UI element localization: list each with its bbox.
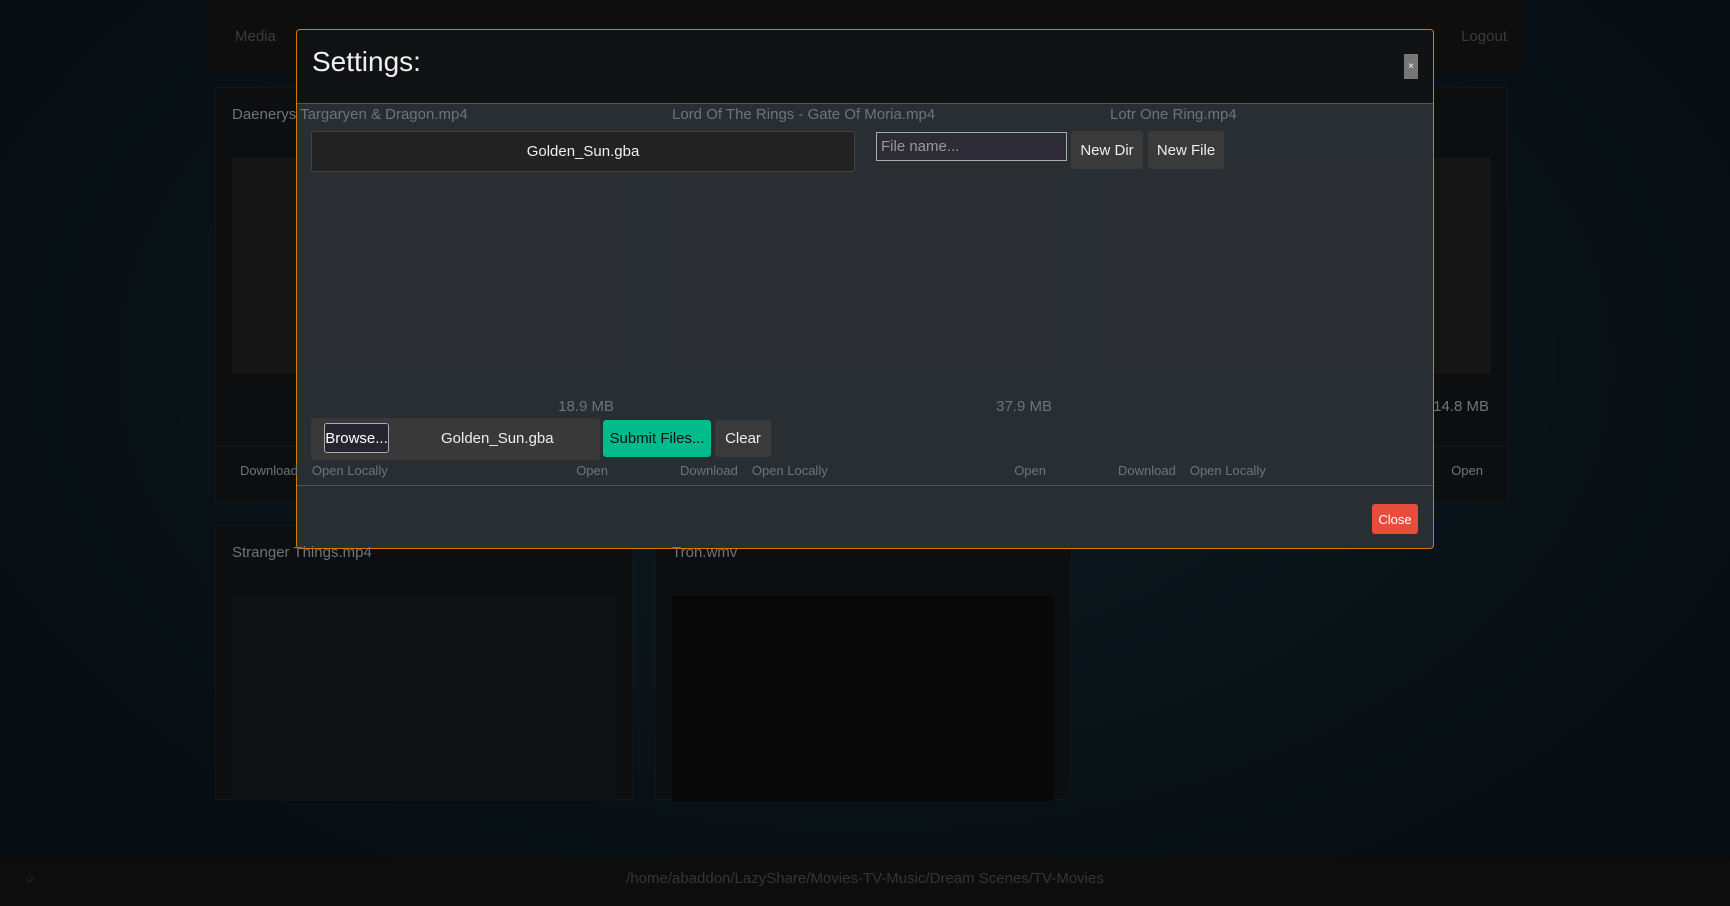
file-name-input[interactable] (876, 132, 1067, 161)
close-icon[interactable]: × (1404, 54, 1418, 79)
new-file-button[interactable]: New File (1148, 131, 1224, 169)
open-link[interactable]: Open (576, 463, 608, 478)
browse-button[interactable]: Browse... (324, 423, 389, 453)
upload-file-name: Golden_Sun.gba (441, 430, 554, 447)
card-size: 18.9 MB (558, 398, 614, 415)
selected-file-display: Golden_Sun.gba (311, 131, 855, 172)
close-button[interactable]: Close (1372, 504, 1418, 534)
modal-header: Settings: × (297, 30, 1433, 104)
download-link[interactable]: Download (240, 463, 298, 478)
new-dir-button[interactable]: New Dir (1071, 131, 1143, 169)
open-locally-link[interactable]: Open Locally (752, 463, 828, 478)
open-locally-link[interactable]: Open Locally (1190, 463, 1266, 478)
card-size: 14.8 MB (1433, 398, 1489, 415)
card-title: Daenerys Targaryen & Dragon.mp4 (232, 106, 468, 123)
clear-button[interactable]: Clear (715, 420, 771, 457)
card-title: Lotr One Ring.mp4 (1110, 106, 1237, 123)
card-size: 37.9 MB (996, 398, 1052, 415)
open-link[interactable]: Open (1451, 463, 1483, 478)
footer-divider (297, 485, 1433, 486)
modal-title: Settings: (312, 46, 421, 77)
download-link[interactable]: Download (1118, 463, 1176, 478)
download-link[interactable]: Download (680, 463, 738, 478)
open-link[interactable]: Open (1014, 463, 1046, 478)
submit-files-button[interactable]: Submit Files... (603, 420, 711, 457)
card-title: Tron.wmv (672, 544, 738, 561)
open-locally-link[interactable]: Open Locally (312, 463, 388, 478)
card-title: Lord Of The Rings - Gate Of Moria.mp4 (672, 106, 936, 123)
card-title: Stranger Things.mp4 (232, 544, 372, 561)
file-upload-group: Browse... Golden_Sun.gba (311, 418, 600, 460)
